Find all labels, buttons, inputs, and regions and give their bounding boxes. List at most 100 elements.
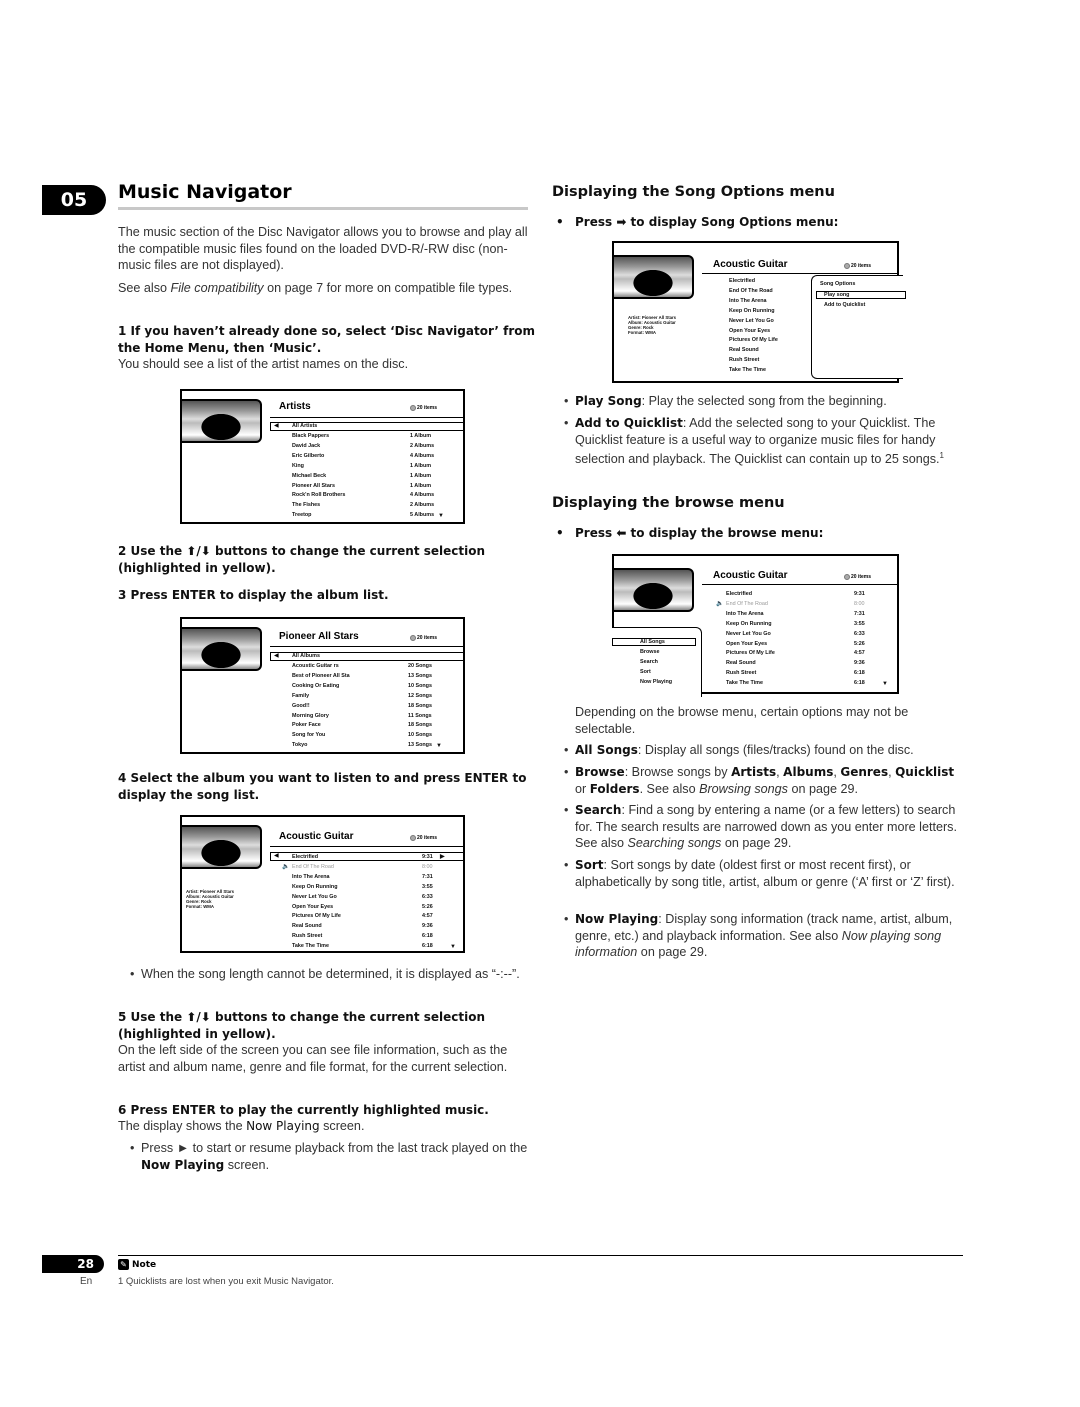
list-item-name[interactable]: Pioneer All Stars [292, 481, 335, 491]
list-item-name[interactable]: Cooking Or Eating [292, 681, 339, 691]
bullet-dot: • [564, 803, 569, 817]
list-item-name[interactable]: Into The Arena [729, 296, 767, 306]
browse-screen: Acoustic Guitar 20 items All Songs Browse… [612, 554, 899, 697]
screen-title: Acoustic Guitar [713, 259, 788, 270]
browse-menu-item[interactable]: Search [640, 659, 658, 665]
left-arrow-icon: ◀ [274, 653, 279, 659]
list-item-name[interactable]: David Jack [292, 441, 320, 451]
browse-menu-item[interactable]: Now Playing [640, 679, 672, 685]
browsing-songs-ref[interactable]: Browsing songs [699, 782, 788, 796]
header-row[interactable]: All Albums [292, 651, 320, 661]
file-info: Artist: Pioneer All Stars Album: Acoustic… [628, 315, 676, 335]
list-item-value: 18 Songs [408, 722, 432, 729]
list-item-name[interactable]: Rush Street [726, 668, 756, 678]
page-number-badge: 28 [42, 1255, 104, 1273]
list-item-name[interactable]: Acoustic Guitar rs [292, 661, 339, 671]
list-item-value: 5:26 [854, 640, 865, 647]
list-item-name[interactable]: Tokyo [292, 740, 307, 750]
list-item-name[interactable]: Treetop [292, 510, 311, 520]
file-compatibility-ref[interactable]: File compatibility [171, 281, 264, 295]
list-item-value: 5 Albums [410, 512, 435, 519]
bullet-dot: • [564, 765, 569, 779]
list-item-name[interactable]: Rush Street [292, 931, 322, 941]
browse-menu-item[interactable]: Browse [640, 649, 659, 655]
list-item-name[interactable]: Take The Time [726, 678, 763, 688]
list-item-name[interactable]: Real Sound [292, 921, 322, 931]
list-item-name[interactable]: Keep On Running [726, 619, 772, 629]
list-item-name[interactable]: Real Sound [729, 345, 759, 355]
chapter-title: Music Navigator [118, 181, 292, 203]
albums-screen: Pioneer All Stars 20 items ◀ All Albums … [180, 617, 465, 754]
list-item-name[interactable]: Electrified [292, 852, 318, 862]
list-item-name[interactable]: End Of The Road [729, 286, 773, 296]
album-art-thumbnail [182, 825, 262, 869]
list-item-name[interactable]: Black Pappers [292, 431, 329, 441]
list-item-name[interactable]: Into The Arena [292, 872, 330, 882]
disc-icon [844, 263, 850, 269]
footnote-ref[interactable]: 1 [940, 451, 944, 460]
list-item-name[interactable]: Pictures Of My Life [292, 911, 341, 921]
list-item-name[interactable]: Eric Gilberto [292, 451, 324, 461]
list-item-name[interactable]: King [292, 461, 304, 471]
list-item-name[interactable]: Pictures Of My Life [726, 648, 775, 658]
list-item-value: 11 Songs [408, 712, 432, 719]
menu-item-add-to-quicklist[interactable]: Add to Quicklist [824, 302, 865, 308]
list-item-name[interactable]: Open Your Eyes [726, 639, 767, 649]
list-item-name[interactable]: Take The Time [729, 365, 766, 375]
chapter-title-rule [118, 207, 528, 210]
list-item-value: 3:55 [854, 620, 865, 627]
song-options-heading: Displaying the Song Options menu [552, 184, 835, 200]
list-item-name[interactable]: Real Sound [726, 658, 756, 668]
searching-songs-ref[interactable]: Searching songs [628, 836, 722, 850]
scroll-down-icon[interactable]: ▼ [450, 942, 456, 952]
bullet-search: • Search: Find a song by entering a name … [564, 803, 957, 850]
scroll-down-icon[interactable]: ▼ [436, 741, 442, 751]
list-item-name[interactable]: Morning Glory [292, 711, 329, 721]
browse-menu-item[interactable]: Sort [640, 669, 651, 675]
list-item-name[interactable]: The Fishes [292, 500, 320, 510]
step-5-sub: On the left side of the screen you can s… [118, 1043, 508, 1074]
browse-menu: All Songs Browse Search Sort Now Playing [612, 627, 702, 697]
list-item-name[interactable]: Michael Beck [292, 471, 326, 481]
list-item-name[interactable]: Pictures Of My Life [729, 335, 778, 345]
item-count: 20 items [844, 263, 871, 269]
list-item-name[interactable]: Keep On Running [292, 882, 338, 892]
list-item-value: 6:18 [854, 670, 865, 677]
list-item-value: 2 Albums [410, 442, 435, 449]
artists-screen: Artists 20 items ◀ All Artists Black Pap… [180, 389, 465, 524]
list-item-name[interactable]: Electrified [726, 589, 752, 599]
list-item-value: 13 Songs [408, 672, 432, 679]
list-item-value: 9:36 [422, 923, 433, 930]
list-item-name[interactable]: Electrified [729, 276, 755, 286]
list-item-name[interactable]: Best of Pioneer All Sta [292, 671, 350, 681]
list-item-name[interactable]: Into The Arena [726, 609, 764, 619]
list-item-name[interactable]: Open Your Eyes [292, 902, 333, 912]
screen-title: Artists [279, 401, 311, 412]
list-item-name[interactable]: Never Let You Go [726, 629, 771, 639]
list-item-name[interactable]: Song for You [292, 730, 325, 740]
bullet-dot: • [564, 394, 569, 408]
list-item-name[interactable]: Good!! [292, 701, 310, 711]
scroll-down-icon[interactable]: ▼ [882, 679, 888, 689]
menu-item-play-song[interactable]: Play song [824, 292, 849, 298]
list-item-value: 1 Album [410, 472, 432, 479]
list-item-name[interactable]: Never Let You Go [292, 892, 337, 902]
list-item-name[interactable]: Never Let You Go [729, 316, 774, 326]
list-item-name[interactable]: Family [292, 691, 309, 701]
list-item-name[interactable]: Rock'n Roll Brothers [292, 490, 345, 500]
list-item-name[interactable]: Poker Face [292, 720, 321, 730]
browse-menu-item[interactable]: All Songs [640, 639, 665, 645]
list-item-value: 9:36 [854, 660, 865, 667]
scroll-down-icon[interactable]: ▼ [438, 511, 444, 521]
step-5: 5 Use the ⬆/⬇ buttons to change the curr… [118, 1010, 486, 1041]
bullet-dot: • [130, 967, 135, 981]
list-item-name[interactable]: Rush Street [729, 355, 759, 365]
list-item-name[interactable]: End Of The Road [726, 599, 768, 609]
list-item-name[interactable]: End Of The Road [292, 862, 334, 872]
header-rule [270, 417, 465, 418]
list-item-name[interactable]: Keep On Running [729, 306, 775, 316]
list-item-name[interactable]: Open Your Eyes [729, 326, 770, 336]
header-row[interactable]: All Artists [292, 421, 317, 431]
list-item-name[interactable]: Take The Time [292, 941, 329, 951]
see-also-pre: See also [118, 281, 171, 295]
